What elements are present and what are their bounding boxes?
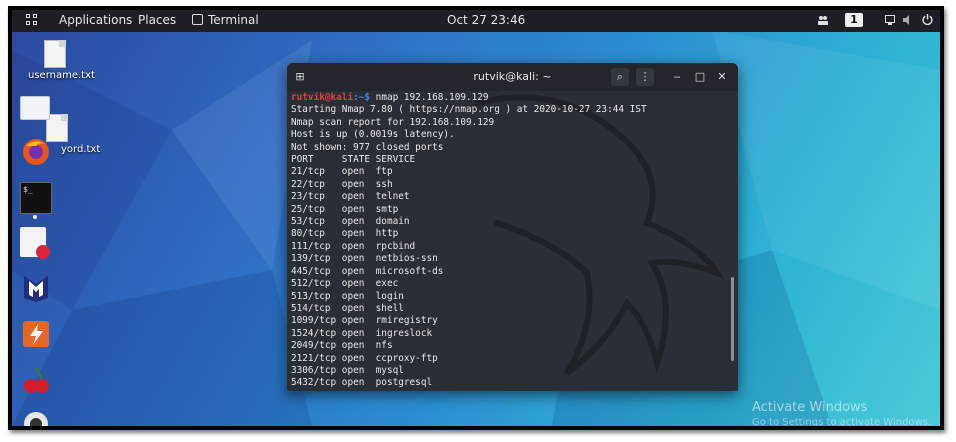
firefox-icon[interactable] xyxy=(20,136,52,168)
prompt-user: rutvik@kali xyxy=(291,92,354,103)
output-line: Host is up (0.0019s latency). xyxy=(291,129,455,141)
output-line: Nmap scan report for 192.168.109.129 xyxy=(291,116,495,128)
output-line: 5432/tcp open postgresql xyxy=(291,377,433,389)
output-line: 22/tcp open ssh xyxy=(291,178,393,190)
workspace-indicator[interactable]: 1 xyxy=(845,13,863,27)
output-line: 53/tcp open domain xyxy=(291,216,410,228)
output-line: 80/tcp open http xyxy=(291,228,399,240)
screenshot-frame: Applications Places Terminal Oct 27 23:4… xyxy=(8,6,944,430)
output-line: 3306/tcp open mysql xyxy=(291,364,404,376)
file-icon[interactable] xyxy=(44,40,66,68)
prompt-path: :~$ xyxy=(353,92,371,103)
applications-menu[interactable]: Applications xyxy=(59,13,132,27)
cherrytree-icon[interactable] xyxy=(20,364,52,396)
desktop: Applications Places Terminal Oct 27 23:4… xyxy=(12,10,940,426)
activate-windows-subtext: Go to Settings to activate Windows. xyxy=(752,417,932,426)
clock[interactable]: Oct 27 23:46 xyxy=(447,13,525,27)
burpsuite-icon[interactable] xyxy=(20,318,52,350)
output-line: 445/tcp open microsoft-ds xyxy=(291,265,444,277)
running-indicator xyxy=(33,215,37,219)
terminal-output[interactable]: rutvik@kali:~$ nmap 192.168.109.129 Star… xyxy=(291,92,721,389)
output-line: 139/tcp open netbios-ssn xyxy=(291,253,438,265)
desktop-file-word[interactable]: yord.txt xyxy=(61,144,100,155)
camera-icon[interactable] xyxy=(20,408,52,426)
display-icon[interactable] xyxy=(885,15,895,25)
output-line: 513/tcp open login xyxy=(291,290,404,302)
output-line: 25/tcp open smtp xyxy=(291,203,399,215)
output-line: 514/tcp open shell xyxy=(291,302,404,314)
output-line: 1524/tcp open ingreslock xyxy=(291,327,433,339)
terminal-scrollbar[interactable] xyxy=(731,277,734,361)
output-line: 1099/tcp open rmiregistry xyxy=(291,315,438,327)
users-icon[interactable] xyxy=(818,15,828,25)
output-lines: Starting Nmap 7.80 ( https://nmap.org ) … xyxy=(291,104,721,389)
places-menu[interactable]: Places xyxy=(138,13,176,27)
terminal-window[interactable]: ⊞ rutvik@kali: ~ ⌕ ⋮ ‒ □ ✕ rutvik@kali:~… xyxy=(287,63,738,391)
output-line: 21/tcp open ftp xyxy=(291,166,393,178)
terminal-menu[interactable]: Terminal xyxy=(208,13,259,27)
files-icon[interactable] xyxy=(20,96,50,120)
power-icon[interactable] xyxy=(922,14,933,25)
output-line: Starting Nmap 7.80 ( https://nmap.org ) … xyxy=(291,104,647,116)
output-line: 2121/tcp open ccproxy-ftp xyxy=(291,352,438,364)
output-line: PORT STATE SERVICE xyxy=(291,154,416,166)
edit-badge-icon xyxy=(36,245,50,259)
output-line: 111/tcp open rpcbind xyxy=(291,240,416,252)
desktop-file-username[interactable]: username.txt xyxy=(28,70,95,81)
top-panel: Applications Places Terminal Oct 27 23:4… xyxy=(12,10,940,32)
output-line: Not shown: 977 closed ports xyxy=(291,141,444,153)
output-line: 23/tcp open telnet xyxy=(291,191,410,203)
terminal-app-icon[interactable]: $_ xyxy=(20,182,52,214)
command-text: nmap 192.168.109.129 xyxy=(370,92,489,103)
app-grid-icon[interactable] xyxy=(26,14,38,26)
metasploit-icon[interactable] xyxy=(20,272,52,304)
volume-icon[interactable] xyxy=(903,15,913,25)
output-line: 512/tcp open exec xyxy=(291,278,399,290)
text-editor-icon[interactable] xyxy=(20,227,50,259)
terminal-menu-icon xyxy=(192,14,203,25)
activate-windows-text: Activate Windows xyxy=(752,400,868,415)
output-line: 2049/tcp open nfs xyxy=(291,340,393,352)
